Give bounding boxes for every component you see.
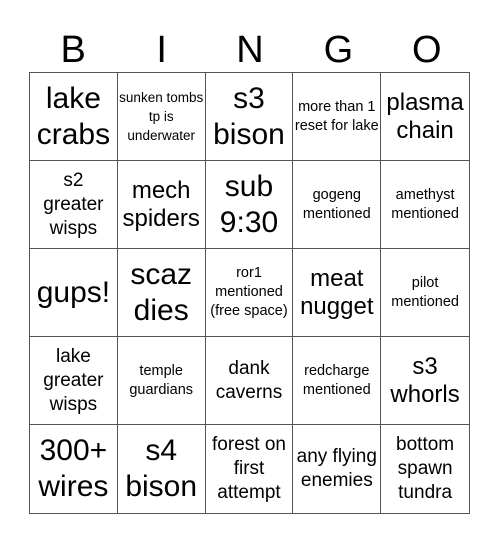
bingo-cell-text: gogeng mentioned: [302, 186, 371, 222]
bingo-cell[interactable]: mech spiders: [117, 161, 206, 249]
bingo-cell-text: forest on first attempt: [212, 434, 286, 503]
bingo-cell-text: any flying enemies: [296, 446, 377, 491]
bingo-cell-text: sub 9:30: [219, 169, 279, 239]
bingo-cell-text: lake greater wisps: [43, 345, 104, 415]
header-letter-g: G: [323, 29, 354, 71]
bingo-cell[interactable]: sub 9:30: [205, 161, 294, 249]
bingo-cell[interactable]: dank caverns: [205, 337, 294, 425]
bingo-cell[interactable]: s3 bison: [205, 73, 294, 161]
bingo-cell[interactable]: 300+ wires: [30, 425, 118, 513]
bingo-board: lake crabs sunken tombs tp is underwater s…: [29, 72, 470, 514]
bingo-cell-text: amethyst mentioned: [391, 186, 459, 222]
bingo-cell-text: s2 greater wisps: [43, 169, 104, 239]
bingo-cell[interactable]: s4 bison: [118, 425, 206, 513]
bingo-cell-text: meat nugget: [300, 264, 374, 320]
bingo-cell-text: dank caverns: [215, 357, 283, 403]
bingo-cell[interactable]: s3 whorls: [381, 337, 469, 425]
bingo-cell[interactable]: redcharge mentioned: [293, 337, 382, 425]
bingo-cell-text: redcharge mentioned: [302, 362, 371, 398]
bingo-cell-text: scaz dies: [130, 257, 193, 327]
bingo-cell-text: sunken tombs tp is underwater: [119, 90, 204, 143]
header-letter-b: B: [60, 29, 86, 71]
bingo-cell[interactable]: s2 greater wisps: [30, 161, 118, 249]
bingo-cell-text: temple guardians: [129, 362, 194, 398]
bingo-cell[interactable]: any flying enemies: [293, 425, 382, 513]
bingo-cell-text: s3 bison: [213, 81, 285, 151]
bingo-cell[interactable]: lake greater wisps: [30, 337, 118, 425]
bingo-cell-text: mech spiders: [122, 176, 200, 232]
bingo-cell[interactable]: bottom spawn tundra: [381, 425, 469, 513]
bingo-cell[interactable]: lake crabs: [30, 73, 118, 161]
bingo-cell[interactable]: temple guardians: [117, 337, 206, 425]
header-letter-i: I: [156, 29, 167, 71]
bingo-cell[interactable]: sunken tombs tp is underwater: [117, 73, 206, 161]
bingo-cell[interactable]: gogeng mentioned: [293, 161, 382, 249]
bingo-cell[interactable]: plasma chain: [381, 73, 469, 161]
header-letter-n: N: [236, 29, 264, 71]
bingo-cell-text: more than 1 reset for lake: [294, 98, 379, 134]
bingo-cell-text: bottom spawn tundra: [396, 434, 455, 503]
bingo-cell-text: s3 whorls: [390, 352, 460, 408]
bingo-cell[interactable]: gups!: [30, 249, 118, 337]
bingo-cell[interactable]: more than 1 reset for lake: [293, 73, 382, 161]
bingo-cell-text: 300+ wires: [38, 434, 109, 503]
bingo-cell[interactable]: amethyst mentioned: [381, 161, 469, 249]
bingo-cell-text: pilot mentioned: [391, 274, 459, 310]
bingo-cell-text: plasma chain: [386, 88, 464, 144]
bingo-cell-text: gups!: [36, 275, 111, 309]
bingo-cell[interactable]: scaz dies: [117, 249, 206, 337]
bingo-cell-text: s4 bison: [125, 434, 198, 503]
bingo-cell[interactable]: meat nugget: [293, 249, 382, 337]
bingo-cell[interactable]: forest on first attempt: [206, 425, 294, 513]
bingo-cell-text: lake crabs: [36, 81, 111, 151]
bingo-cell[interactable]: ror1 mentioned (free space): [205, 249, 294, 337]
header-letter-o: O: [412, 29, 442, 71]
bingo-header: B I N G O: [29, 28, 471, 73]
bingo-cell-text: ror1 mentioned (free space): [210, 265, 288, 319]
bingo-cell[interactable]: pilot mentioned: [381, 249, 469, 337]
